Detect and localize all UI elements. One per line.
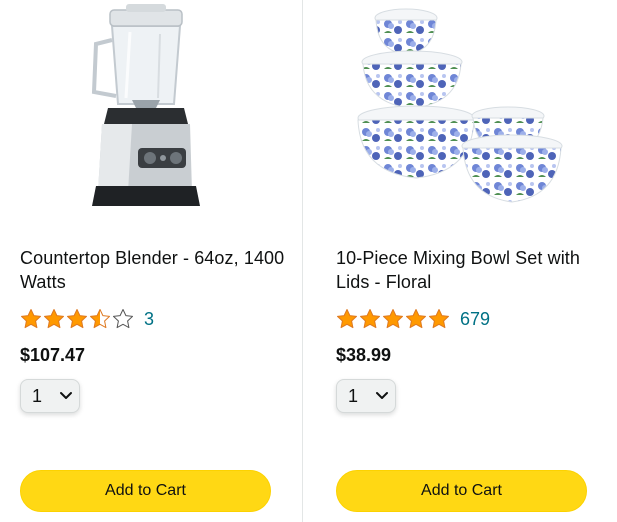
card-divider: [302, 0, 303, 522]
star-icon: [429, 309, 449, 329]
star-empty-icon: [113, 309, 133, 329]
product-image-blender[interactable]: [0, 0, 300, 218]
star-icon: [406, 309, 426, 329]
quantity-select[interactable]: 1: [336, 379, 396, 413]
product-image-bowl-set[interactable]: [316, 0, 616, 218]
star-icon: [44, 309, 64, 329]
star-half-icon: [90, 309, 110, 329]
star-icon: [21, 309, 41, 329]
add-to-cart-button[interactable]: Add to Cart: [336, 470, 587, 512]
star-rating: [20, 308, 135, 330]
chevron-down-icon: [60, 392, 72, 399]
product-grid: Countertop Blender - 64oz, 1400 Watts 3 …: [0, 0, 617, 522]
product-card: 10-Piece Mixing Bowl Set with Lids - Flo…: [316, 0, 616, 522]
quantity-value: 1: [348, 385, 359, 406]
star-icon: [383, 309, 403, 329]
product-price: $107.47: [20, 345, 86, 365]
product-rating[interactable]: 679: [336, 306, 490, 332]
product-title[interactable]: Countertop Blender - 64oz, 1400 Watts: [20, 246, 288, 294]
product-card: Countertop Blender - 64oz, 1400 Watts 3 …: [0, 0, 300, 522]
quantity-value: 1: [32, 385, 43, 406]
rating-count-link[interactable]: 679: [460, 307, 490, 331]
product-rating[interactable]: 3: [20, 306, 154, 332]
product-price: $38.99: [336, 345, 392, 365]
star-icon: [360, 309, 380, 329]
rating-count-link[interactable]: 3: [144, 307, 154, 331]
star-rating: [336, 308, 451, 330]
star-icon: [337, 309, 357, 329]
add-to-cart-button[interactable]: Add to Cart: [20, 470, 271, 512]
star-icon: [67, 309, 87, 329]
chevron-down-icon: [376, 392, 388, 399]
quantity-select[interactable]: 1: [20, 379, 80, 413]
product-title[interactable]: 10-Piece Mixing Bowl Set with Lids - Flo…: [336, 246, 604, 294]
